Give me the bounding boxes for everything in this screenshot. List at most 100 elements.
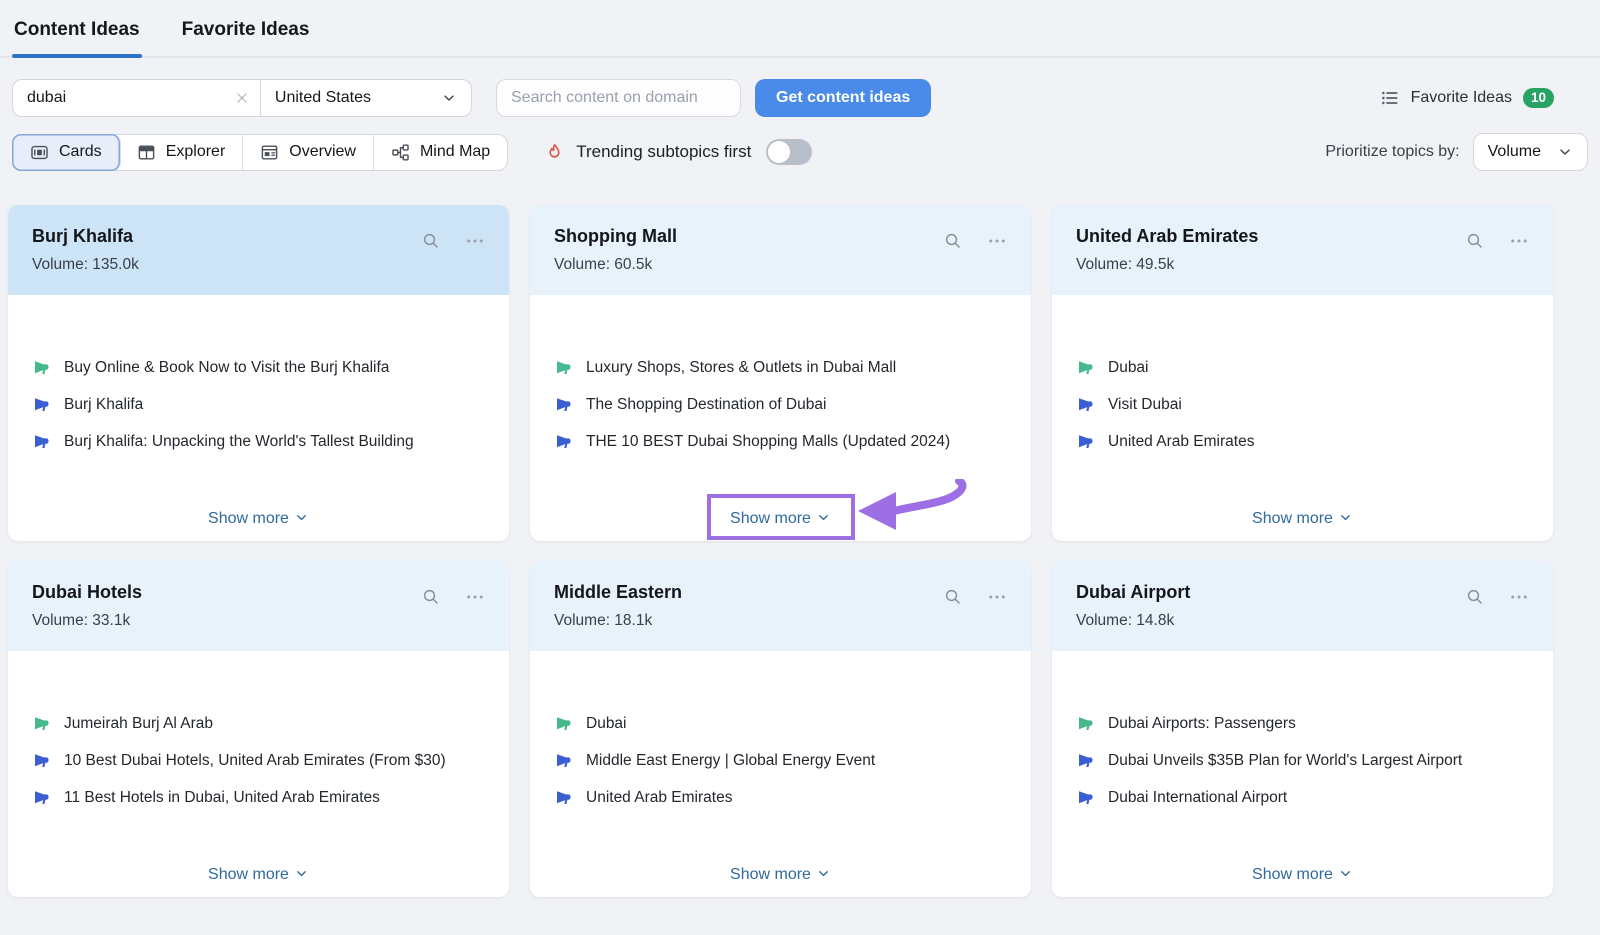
more-options-icon[interactable] bbox=[1509, 587, 1529, 607]
card-title: Burj Khalifa bbox=[32, 226, 485, 247]
headline-item[interactable]: 10 Best Dubai Hotels, United Arab Emirat… bbox=[32, 750, 485, 772]
chevron-down-icon bbox=[1338, 866, 1353, 881]
get-content-ideas-button[interactable]: Get content ideas bbox=[755, 79, 931, 117]
prioritize-select[interactable]: Volume bbox=[1473, 133, 1588, 171]
card-header-icons bbox=[1466, 231, 1529, 251]
region-select-value: United States bbox=[275, 89, 371, 107]
more-options-icon[interactable] bbox=[465, 587, 485, 607]
prioritize-select-value: Volume bbox=[1488, 143, 1541, 161]
headline-item[interactable]: Burj Khalifa bbox=[32, 394, 485, 416]
headline-item[interactable]: 11 Best Hotels in Dubai, United Arab Emi… bbox=[32, 787, 485, 809]
show-more-link[interactable]: Show more bbox=[1052, 510, 1553, 528]
headline-item[interactable]: Buy Online & Book Now to Visit the Burj … bbox=[32, 357, 485, 379]
search-icon[interactable] bbox=[1466, 232, 1485, 251]
tab-favorite-ideas[interactable]: Favorite Ideas bbox=[180, 0, 312, 56]
show-more-link[interactable]: Show more bbox=[8, 866, 509, 884]
search-icon[interactable] bbox=[422, 588, 441, 607]
chevron-down-icon bbox=[1338, 510, 1353, 525]
topic-card-dubai-hotels: Dubai Hotels Volume: 33.1k Jumeirah Burj… bbox=[8, 561, 509, 897]
view-explorer[interactable]: Explorer bbox=[120, 135, 244, 170]
more-options-icon[interactable] bbox=[1509, 231, 1529, 251]
card-body: Dubai Visit Dubai United Arab Emirates bbox=[1052, 295, 1553, 453]
view-overview[interactable]: Overview bbox=[243, 135, 374, 170]
headline-text: Burj Khalifa bbox=[64, 394, 143, 416]
favorite-ideas-count-badge: 10 bbox=[1523, 88, 1554, 108]
card-title: Dubai Airport bbox=[1076, 582, 1529, 603]
headline-item[interactable]: THE 10 BEST Dubai Shopping Malls (Update… bbox=[554, 431, 1007, 453]
trending-subtopics-toggle[interactable] bbox=[766, 139, 812, 165]
annotation-arrow-icon bbox=[855, 479, 977, 537]
favorite-ideas-shortcut[interactable]: Favorite Ideas 10 bbox=[1380, 88, 1588, 108]
megaphone-icon bbox=[32, 433, 50, 451]
megaphone-icon bbox=[32, 789, 50, 807]
headline-text: Jumeirah Burj Al Arab bbox=[64, 713, 213, 735]
search-icon[interactable] bbox=[944, 588, 963, 607]
megaphone-icon bbox=[554, 433, 572, 451]
card-body: Dubai Airports: Passengers Dubai Unveils… bbox=[1052, 651, 1553, 809]
tab-content-ideas[interactable]: Content Ideas bbox=[12, 0, 142, 56]
top-tabbar: Content Ideas Favorite Ideas bbox=[0, 0, 1600, 58]
headline-text: Burj Khalifa: Unpacking the World's Tall… bbox=[64, 431, 414, 453]
favorites-list-icon bbox=[1380, 88, 1400, 108]
headline-text: Dubai bbox=[586, 713, 627, 735]
headline-item[interactable]: Dubai Airports: Passengers bbox=[1076, 713, 1529, 735]
domain-search-input[interactable] bbox=[496, 79, 741, 117]
headline-item[interactable]: Dubai Unveils $35B Plan for World's Larg… bbox=[1076, 750, 1529, 772]
card-title: Shopping Mall bbox=[554, 226, 1007, 247]
search-icon[interactable] bbox=[944, 232, 963, 251]
card-header-icons bbox=[944, 231, 1007, 251]
show-more-link[interactable]: Show more bbox=[530, 510, 1031, 528]
megaphone-icon bbox=[32, 396, 50, 414]
headline-item[interactable]: Dubai bbox=[1076, 357, 1529, 379]
megaphone-icon bbox=[32, 359, 50, 377]
topic-card-united-arab-emirates: United Arab Emirates Volume: 49.5k Dubai… bbox=[1052, 205, 1553, 541]
megaphone-icon bbox=[1076, 396, 1094, 414]
headline-item[interactable]: Luxury Shops, Stores & Outlets in Dubai … bbox=[554, 357, 1007, 379]
card-volume: Volume: 14.8k bbox=[1076, 612, 1529, 630]
show-more-link[interactable]: Show more bbox=[1052, 866, 1553, 884]
topic-card-burj-khalifa: Burj Khalifa Volume: 135.0k Buy Online &… bbox=[8, 205, 509, 541]
headline-item[interactable]: United Arab Emirates bbox=[554, 787, 1007, 809]
show-more-link[interactable]: Show more bbox=[8, 510, 509, 528]
search-icon[interactable] bbox=[422, 232, 441, 251]
view-cards[interactable]: Cards bbox=[12, 134, 121, 171]
megaphone-icon bbox=[1076, 789, 1094, 807]
megaphone-icon bbox=[1076, 752, 1094, 770]
headline-text: Visit Dubai bbox=[1108, 394, 1182, 416]
card-header-icons bbox=[1466, 587, 1529, 607]
chevron-down-icon bbox=[294, 866, 309, 881]
overview-view-icon bbox=[260, 143, 279, 162]
show-more-label: Show more bbox=[730, 510, 811, 527]
show-more-label: Show more bbox=[208, 510, 289, 527]
more-options-icon[interactable] bbox=[465, 231, 485, 251]
view-mindmap[interactable]: Mind Map bbox=[374, 135, 507, 170]
toggle-knob bbox=[768, 141, 790, 163]
headline-item[interactable]: Jumeirah Burj Al Arab bbox=[32, 713, 485, 735]
search-combo: United States bbox=[12, 79, 472, 117]
topic-search-input[interactable] bbox=[27, 89, 234, 107]
headline-item[interactable]: The Shopping Destination of Dubai bbox=[554, 394, 1007, 416]
show-more-link[interactable]: Show more bbox=[530, 866, 1031, 884]
chevron-down-icon bbox=[1557, 144, 1573, 160]
headline-item[interactable]: Dubai bbox=[554, 713, 1007, 735]
mindmap-view-icon bbox=[391, 143, 410, 162]
chevron-down-icon bbox=[816, 510, 831, 525]
headline-item[interactable]: Dubai International Airport bbox=[1076, 787, 1529, 809]
headline-item[interactable]: United Arab Emirates bbox=[1076, 431, 1529, 453]
card-body: Luxury Shops, Stores & Outlets in Dubai … bbox=[530, 295, 1031, 453]
more-options-icon[interactable] bbox=[987, 587, 1007, 607]
card-body: Jumeirah Burj Al Arab 10 Best Dubai Hote… bbox=[8, 651, 509, 809]
topic-card-shopping-mall: Shopping Mall Volume: 60.5k Luxury Shops… bbox=[530, 205, 1031, 541]
more-options-icon[interactable] bbox=[987, 231, 1007, 251]
megaphone-icon bbox=[554, 789, 572, 807]
headline-item[interactable]: Burj Khalifa: Unpacking the World's Tall… bbox=[32, 431, 485, 453]
region-select[interactable]: United States bbox=[261, 80, 471, 116]
view-explorer-label: Explorer bbox=[166, 143, 226, 161]
headline-item[interactable]: Middle East Energy | Global Energy Event bbox=[554, 750, 1007, 772]
chevron-down-icon bbox=[294, 510, 309, 525]
search-icon[interactable] bbox=[1466, 588, 1485, 607]
headline-item[interactable]: Visit Dubai bbox=[1076, 394, 1529, 416]
clear-search-icon[interactable] bbox=[234, 90, 250, 106]
headline-text: United Arab Emirates bbox=[1108, 431, 1254, 453]
megaphone-icon bbox=[32, 752, 50, 770]
